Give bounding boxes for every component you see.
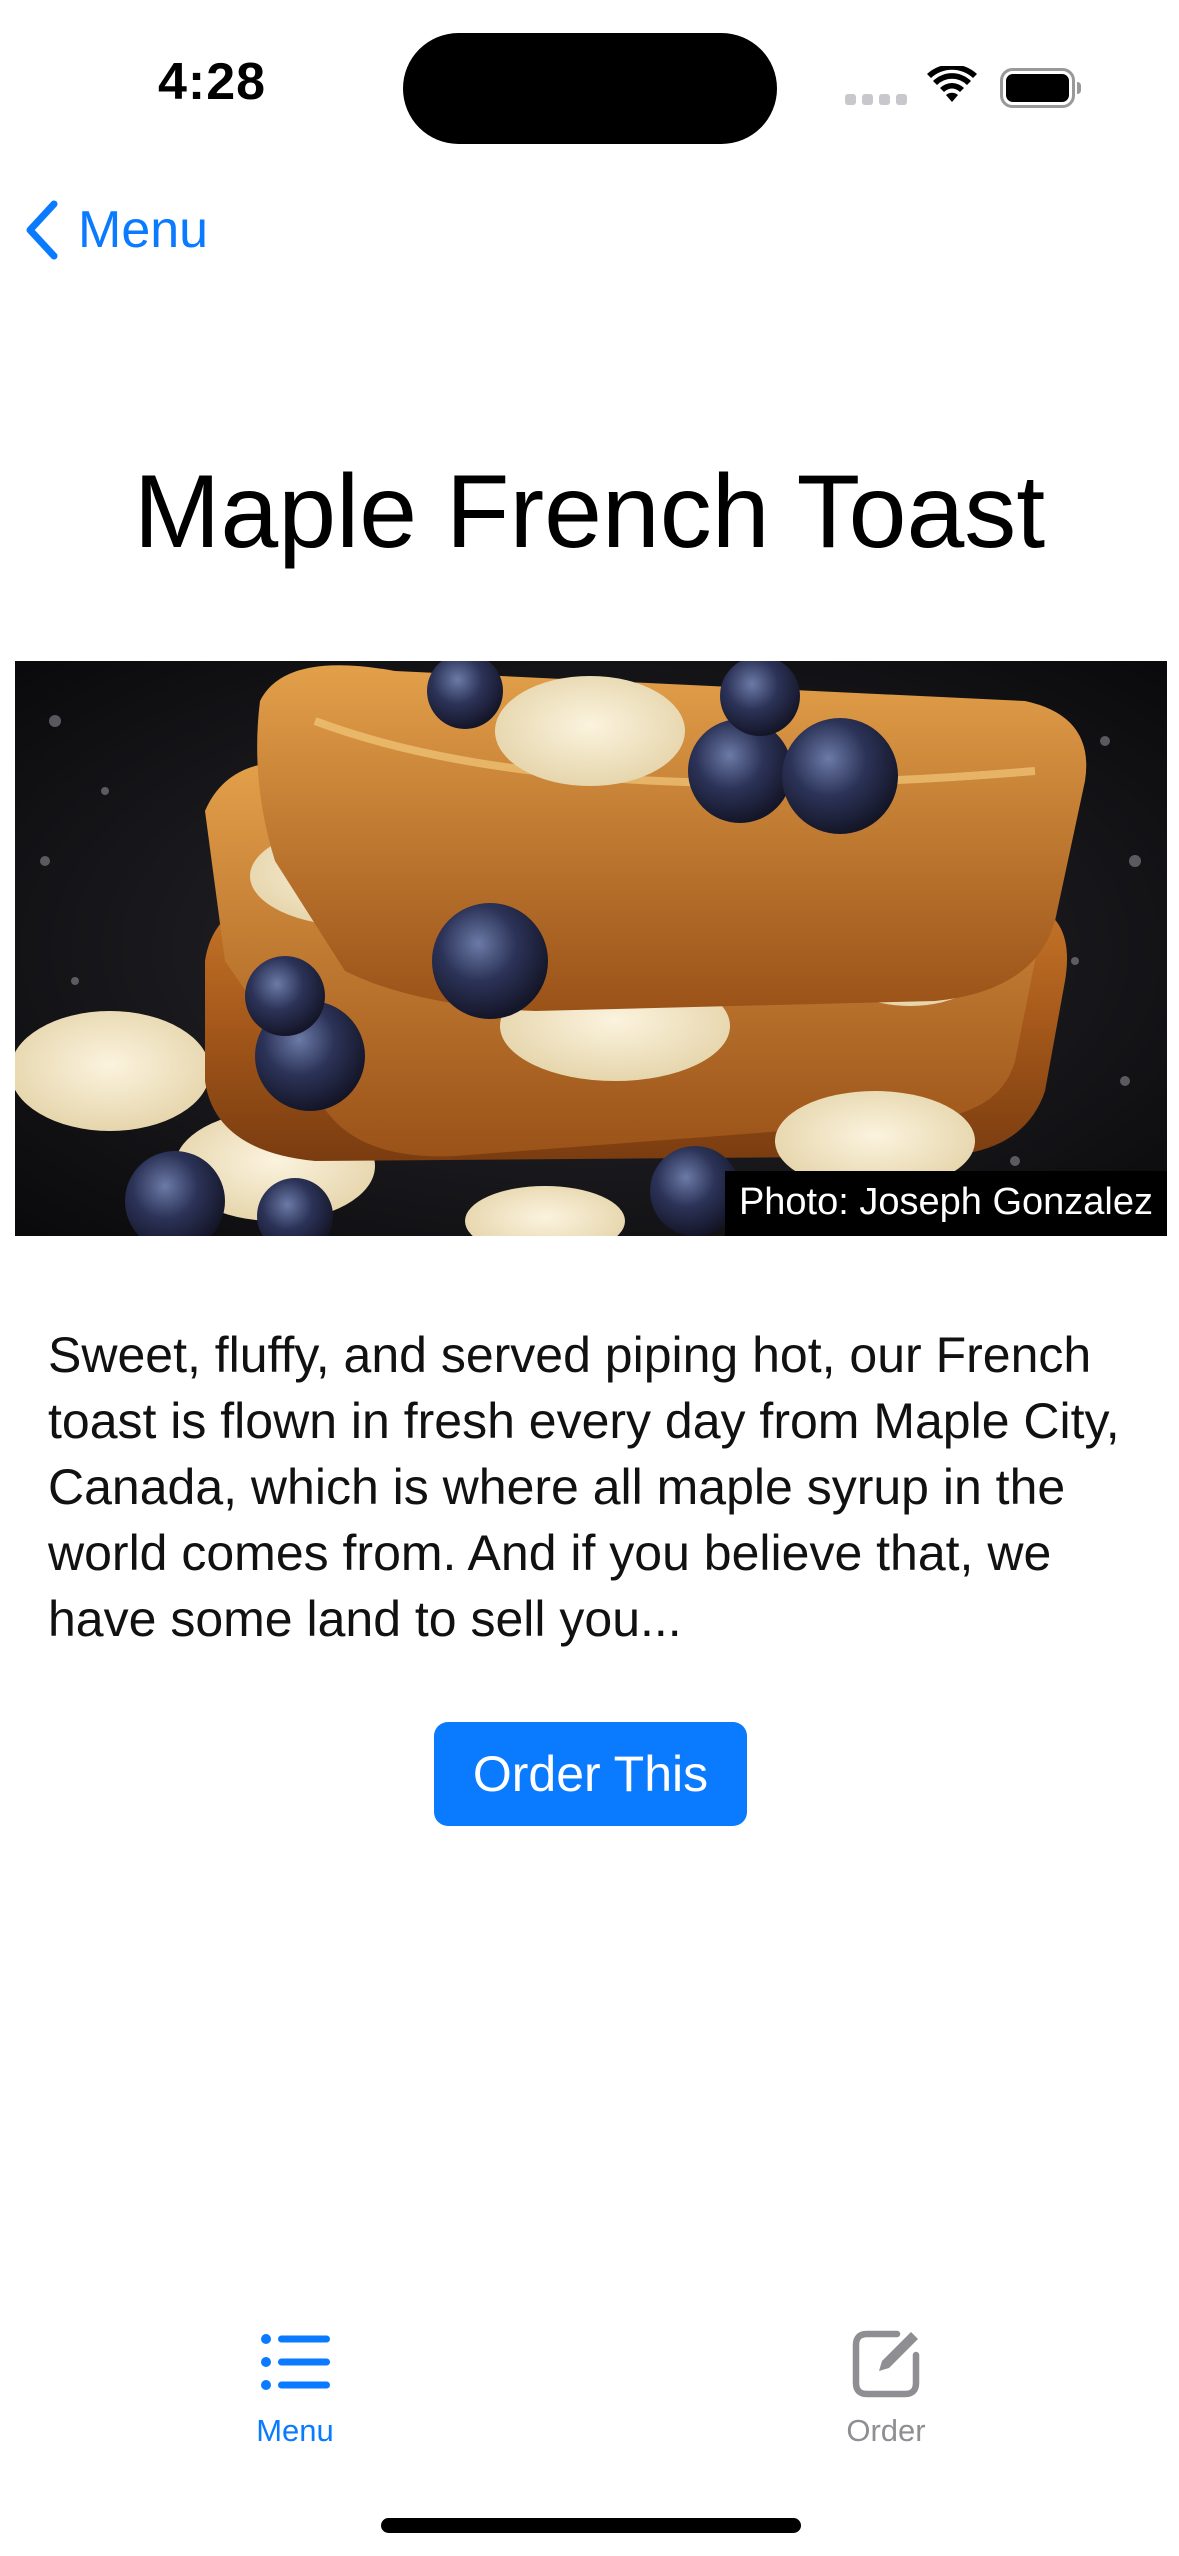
item-title: Maple French Toast bbox=[133, 454, 1046, 570]
photo-credit: Photo: Joseph Gonzalez bbox=[724, 1171, 1167, 1236]
status-time: 4:28 bbox=[158, 53, 267, 111]
item-description: Sweet, fluffy, and served piping hot, ou… bbox=[48, 1327, 1120, 1647]
tab-order-label: Order bbox=[846, 2413, 926, 2448]
tab-menu-label: Menu bbox=[256, 2413, 334, 2448]
order-this-button[interactable]: Order This bbox=[434, 1722, 747, 1826]
battery-icon bbox=[1000, 68, 1081, 108]
square-pencil-icon bbox=[852, 2330, 920, 2398]
list-icon bbox=[261, 2334, 330, 2390]
wifi-icon bbox=[927, 66, 977, 102]
tab-menu[interactable]: Menu bbox=[175, 2325, 415, 2449]
home-indicator[interactable] bbox=[381, 2518, 801, 2533]
item-photo: Photo: Joseph Gonzalez bbox=[15, 661, 1167, 1236]
dynamic-island bbox=[403, 33, 777, 144]
chevron-left-icon bbox=[26, 200, 58, 260]
cellular-signal-icon bbox=[845, 94, 907, 105]
back-button-label: Menu bbox=[78, 201, 209, 259]
back-button[interactable]: Menu bbox=[22, 195, 208, 265]
tab-order[interactable]: Order bbox=[766, 2325, 1006, 2449]
